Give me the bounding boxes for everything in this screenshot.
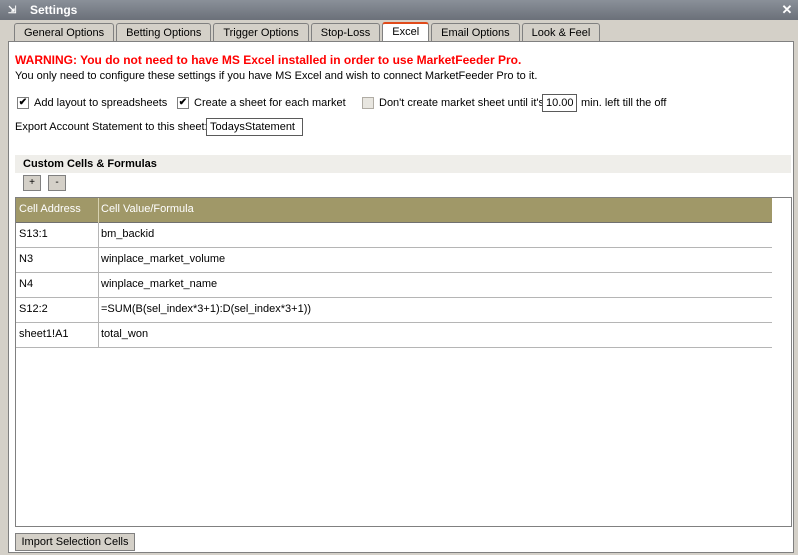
minutes-input[interactable]: 10.00 bbox=[542, 94, 577, 112]
cell-value[interactable]: bm_backid bbox=[101, 228, 154, 240]
create-sheet-label: Create a sheet for each market bbox=[194, 97, 346, 109]
column-header-cell-address[interactable]: Cell Address bbox=[19, 203, 81, 215]
close-icon[interactable]: ✕ bbox=[780, 3, 794, 17]
title-bar: ⇲ Settings ✕ bbox=[0, 0, 798, 20]
add-layout-checkbox[interactable]: ✔ Add layout to spreadsheets bbox=[17, 97, 167, 109]
dont-create-checkbox[interactable]: Don't create market sheet until it's bbox=[362, 97, 544, 109]
table-row[interactable]: N4 winplace_market_name bbox=[16, 273, 772, 298]
custom-cells-grid[interactable]: Cell Address Cell Value/Formula S13:1 bm… bbox=[15, 197, 792, 527]
add-cell-button[interactable]: + bbox=[23, 175, 41, 191]
app-icon: ⇲ bbox=[8, 4, 17, 16]
excel-settings-panel: WARNING: You do not need to have MS Exce… bbox=[8, 41, 794, 553]
tab-trigger-options[interactable]: Trigger Options bbox=[213, 23, 309, 42]
export-sheet-label: Export Account Statement to this sheet: bbox=[15, 121, 208, 133]
cell-address[interactable]: S12:2 bbox=[19, 303, 48, 315]
tab-general-options[interactable]: General Options bbox=[14, 23, 115, 42]
cell-address[interactable]: N4 bbox=[19, 278, 33, 290]
tab-look-and-feel[interactable]: Look & Feel bbox=[521, 23, 601, 42]
check-icon[interactable]: ✔ bbox=[17, 97, 29, 109]
column-header-cell-value[interactable]: Cell Value/Formula bbox=[101, 203, 194, 215]
column-divider bbox=[98, 198, 99, 223]
tab-excel[interactable]: Excel bbox=[382, 22, 430, 42]
window-title: Settings bbox=[30, 3, 78, 17]
column-divider bbox=[98, 223, 99, 248]
tab-strip: General Options Betting Options Trigger … bbox=[14, 22, 602, 42]
tab-betting-options[interactable]: Betting Options bbox=[116, 23, 212, 42]
remove-cell-button[interactable]: - bbox=[48, 175, 66, 191]
cell-address[interactable]: N3 bbox=[19, 253, 33, 265]
table-row[interactable]: sheet1!A1 total_won bbox=[16, 323, 772, 348]
table-row[interactable]: S13:1 bm_backid bbox=[16, 223, 772, 248]
tab-stop-loss[interactable]: Stop-Loss bbox=[310, 23, 381, 42]
unchecked-box-icon[interactable] bbox=[362, 97, 374, 109]
cell-value[interactable]: winplace_market_volume bbox=[101, 253, 225, 265]
table-row[interactable]: N3 winplace_market_volume bbox=[16, 248, 772, 273]
create-sheet-checkbox[interactable]: ✔ Create a sheet for each market bbox=[177, 97, 346, 109]
cell-value[interactable]: =SUM(B(sel_index*3+1):D(sel_index*3+1)) bbox=[101, 303, 311, 315]
column-divider bbox=[98, 298, 99, 323]
cell-address[interactable]: S13:1 bbox=[19, 228, 48, 240]
cell-value[interactable]: total_won bbox=[101, 328, 148, 340]
warning-text: WARNING: You do not need to have MS Exce… bbox=[15, 53, 522, 67]
export-sheet-input[interactable]: TodaysStatement bbox=[206, 118, 303, 136]
tab-email-options[interactable]: Email Options bbox=[431, 23, 520, 42]
table-row[interactable]: S12:2 =SUM(B(sel_index*3+1):D(sel_index*… bbox=[16, 298, 772, 323]
minutes-label: min. left till the off bbox=[581, 97, 667, 109]
column-divider bbox=[98, 323, 99, 348]
import-selection-cells-button[interactable]: Import Selection Cells bbox=[15, 533, 135, 551]
dont-create-label: Don't create market sheet until it's bbox=[379, 97, 544, 109]
check-icon[interactable]: ✔ bbox=[177, 97, 189, 109]
column-divider bbox=[98, 248, 99, 273]
cell-value[interactable]: winplace_market_name bbox=[101, 278, 217, 290]
cell-address[interactable]: sheet1!A1 bbox=[19, 328, 69, 340]
info-text: You only need to configure these setting… bbox=[15, 70, 538, 82]
add-layout-label: Add layout to spreadsheets bbox=[34, 97, 168, 109]
grid-header: Cell Address Cell Value/Formula bbox=[16, 198, 772, 223]
column-divider bbox=[98, 273, 99, 298]
custom-cells-section-title: Custom Cells & Formulas bbox=[15, 155, 791, 173]
